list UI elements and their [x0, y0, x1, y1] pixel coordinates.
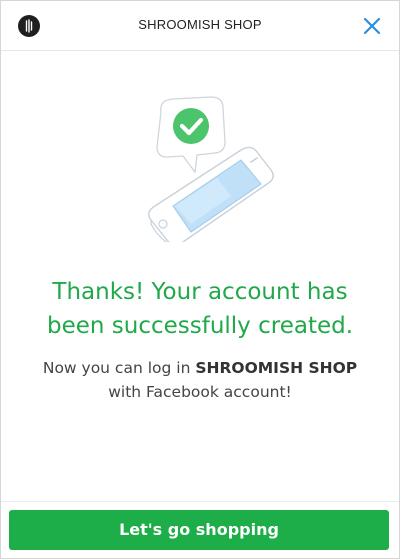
message-prefix: Now you can log in — [42, 359, 196, 377]
message-line-1: Now you can log in SHROOMISH SHOP — [21, 356, 379, 380]
message-line-2: with Facebook account! — [108, 383, 292, 401]
signup-success-dialog: SHROOMISH SHOP Thanks! Your account has … — [0, 0, 400, 559]
success-message: Now you can log in SHROOMISH SHOP with F… — [21, 356, 379, 404]
headline-line-1: Thanks! Your account has — [52, 279, 348, 305]
footer-divider — [1, 501, 399, 502]
lets-go-shopping-button[interactable]: Let's go shopping — [9, 510, 389, 550]
success-headline: Thanks! Your account has been successful… — [21, 275, 379, 343]
shop-title: SHROOMISH SHOP — [138, 17, 262, 32]
dialog-header: SHROOMISH SHOP — [1, 1, 399, 51]
headline-line-2: been successfully created. — [46, 313, 354, 339]
close-icon[interactable] — [361, 15, 383, 37]
phone-with-checkmark-icon — [137, 94, 287, 247]
message-shop-name: SHROOMISH SHOP — [195, 359, 358, 377]
